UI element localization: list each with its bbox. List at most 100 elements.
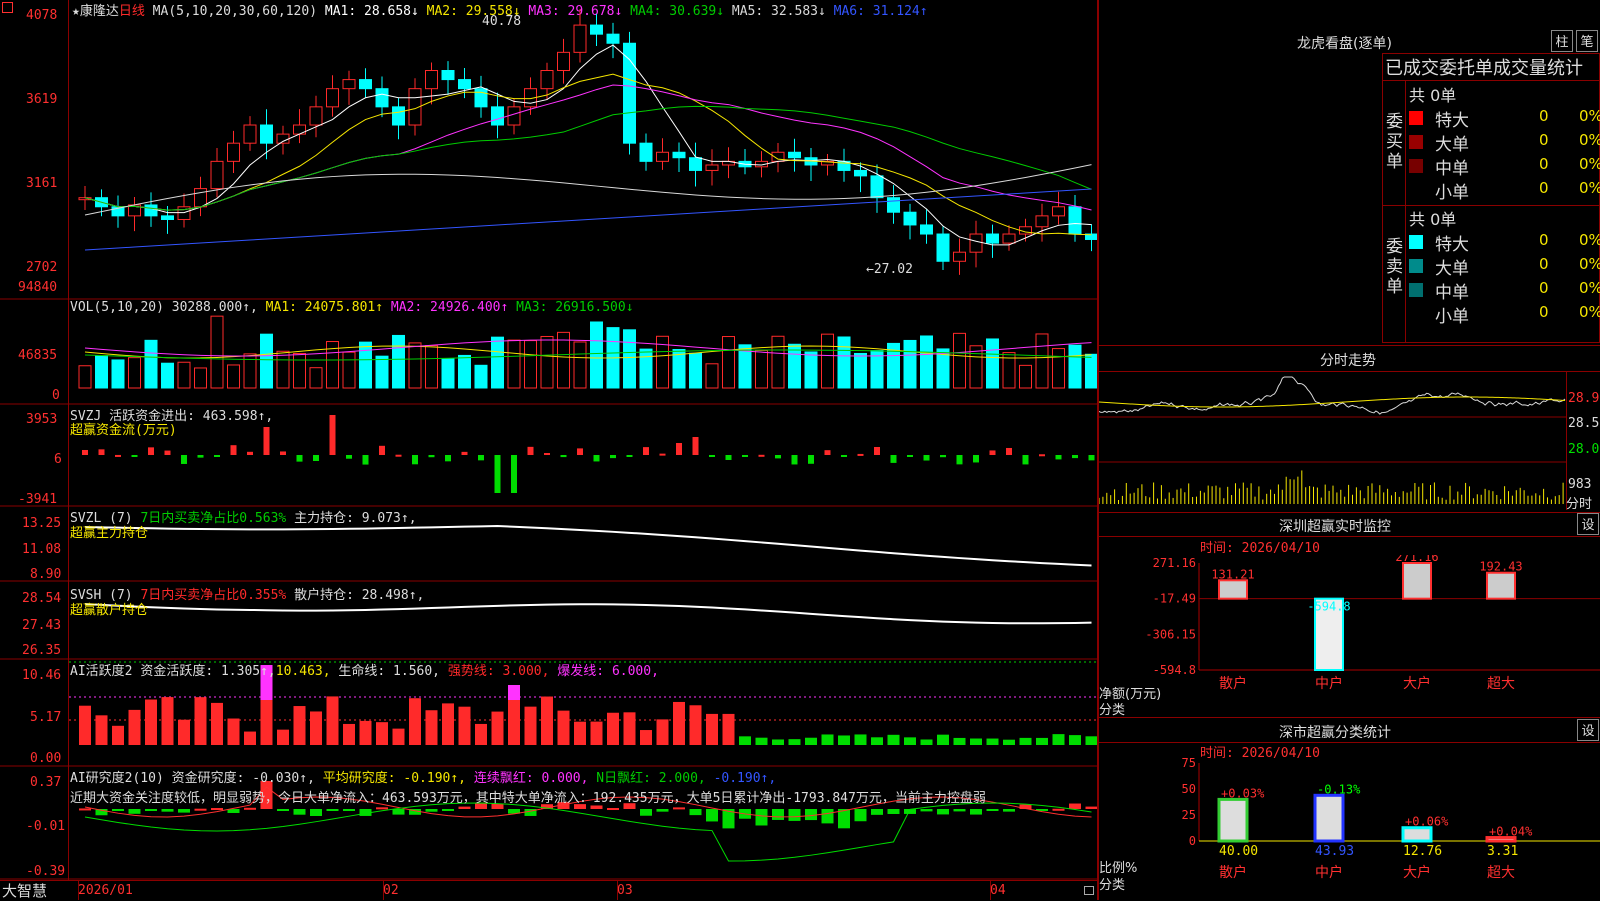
class-box-top	[1099, 717, 1600, 718]
svsh-text2: 散户持仓: 28.498↑,	[294, 588, 425, 603]
volume-bar	[342, 351, 356, 389]
class-settings-button[interactable]: 设	[1577, 719, 1599, 741]
order-stat-value: 0	[1539, 155, 1549, 173]
ai-active-y-tick: 10.46	[22, 668, 62, 683]
candle-up	[1052, 206, 1065, 217]
flow-bar	[841, 455, 847, 457]
volume-bar	[1085, 353, 1097, 389]
class-category-label: 分类	[1099, 878, 1126, 893]
class-y-tick: 50	[1182, 782, 1196, 796]
price-chart[interactable]	[0, 0, 1097, 300]
flow-bar	[214, 455, 220, 457]
class-y-tick: 25	[1182, 808, 1196, 822]
class-y-tick: 75	[1182, 756, 1196, 770]
flow-bar	[1022, 455, 1029, 465]
volume-bar	[491, 336, 504, 389]
research-bar	[937, 809, 949, 815]
monitor-chart[interactable]: 271.16 -17.49 -306.15 -594.8 131.21 散户 -594.8 中…	[1099, 555, 1600, 715]
volume-bar	[359, 341, 372, 389]
pillar-button[interactable]: 柱	[1551, 30, 1573, 52]
candle-up	[194, 188, 207, 208]
order-stat-name: 小单	[1435, 183, 1469, 203]
activity-bar	[112, 725, 124, 745]
svzl-text2: 主力持仓: 9.073↑,	[294, 511, 417, 526]
activity-bar	[491, 711, 504, 745]
ai-research-y-tick: 0.37	[30, 775, 62, 790]
volume-bar	[1035, 333, 1049, 389]
flow-bar	[445, 455, 451, 462]
date-tick	[78, 880, 79, 900]
candle-down	[986, 233, 999, 244]
class-bar-value: 12.76	[1403, 844, 1442, 859]
flow-bar	[676, 443, 682, 455]
flow-bar	[461, 451, 468, 455]
order-stat-name: 小单	[1435, 307, 1469, 327]
activity-bar	[244, 731, 256, 745]
monitor-settings-button[interactable]: 设	[1577, 513, 1599, 535]
activity-bar	[211, 702, 223, 745]
order-stat-row: 中单 0 0%	[1409, 154, 1600, 179]
flow-bar	[956, 455, 963, 465]
volume-bar	[590, 321, 603, 389]
order-stat-value: 0	[1539, 279, 1549, 297]
activity-bar	[656, 719, 669, 745]
brand-label: 大智慧	[2, 882, 48, 900]
price-y-tick: 4078	[26, 8, 58, 23]
candle-up	[705, 164, 719, 171]
volume-bar	[128, 357, 141, 389]
ai-active-y-tick: 0.00	[30, 751, 62, 766]
flow-bar	[1055, 455, 1062, 460]
flow-bar	[890, 455, 897, 463]
buy-side-label: 委买单	[1386, 112, 1403, 172]
order-stat-percent: 0%	[1579, 131, 1600, 149]
flow-bar	[560, 455, 567, 458]
date-axis-label: 2026/01	[78, 883, 133, 898]
date-tick	[990, 880, 991, 900]
vol-y-tick: 46835	[18, 348, 58, 363]
volume-bar	[78, 365, 92, 389]
candle-down	[936, 233, 950, 262]
tick-button[interactable]: 笔	[1576, 30, 1598, 52]
low-price-label: ←27.02	[866, 262, 913, 277]
intraday-axis-line	[1566, 372, 1567, 510]
svzl-subtitle: 超赢主力持仓	[70, 526, 149, 541]
svzl-text1: 7日内买卖净占比0.563%	[140, 511, 287, 526]
ai-active-header: AI活跃度2 资金活跃度: 1.305↑,10.463, 生命线: 1.560,…	[70, 660, 659, 679]
order-stat-row: 特大 0 0%	[1409, 106, 1600, 131]
vol-header: VOL(5,10,20) 30288.000↑, MA1: 24075.801↑…	[70, 300, 634, 315]
activity-bar	[178, 719, 190, 745]
intraday-box-top	[1099, 345, 1600, 346]
activity-bar	[293, 706, 306, 745]
svzj-y-tick: -3941	[18, 492, 58, 507]
flow-bar	[511, 455, 517, 493]
volume-bar	[161, 362, 174, 389]
activity-bar	[986, 738, 999, 745]
volume-chart[interactable]	[0, 300, 1097, 405]
volume-bar	[309, 367, 323, 389]
activity-bar	[95, 715, 108, 745]
candle-up	[969, 233, 983, 253]
research-bar	[112, 809, 124, 811]
activity-bar	[788, 739, 801, 745]
volume-bar	[953, 332, 966, 389]
volume-bar	[194, 367, 207, 389]
research-bar	[128, 809, 141, 814]
research-bar	[1085, 806, 1097, 809]
date-tick	[617, 880, 618, 900]
date-axis-label: 02	[383, 883, 399, 898]
candle-down	[920, 224, 933, 235]
research-bar	[871, 809, 883, 815]
intraday-chart[interactable]	[1099, 372, 1567, 510]
flow-bar	[824, 450, 831, 455]
monitor-bar-label: -594.8	[1307, 600, 1350, 614]
research-bar	[145, 809, 157, 811]
class-chart[interactable]: 75 50 25 0 +0.03% 40.00 散户 -0.13% 43.93 中户 +0.06% 1…	[1099, 755, 1600, 900]
activity-bar	[359, 720, 372, 745]
flow-bar	[577, 448, 583, 455]
flow-bar	[115, 454, 121, 457]
candle-up	[309, 106, 323, 126]
research-bar	[425, 809, 438, 812]
volume-bar	[821, 333, 834, 389]
class-category: 大户	[1403, 864, 1431, 881]
volume-bar	[227, 364, 240, 389]
